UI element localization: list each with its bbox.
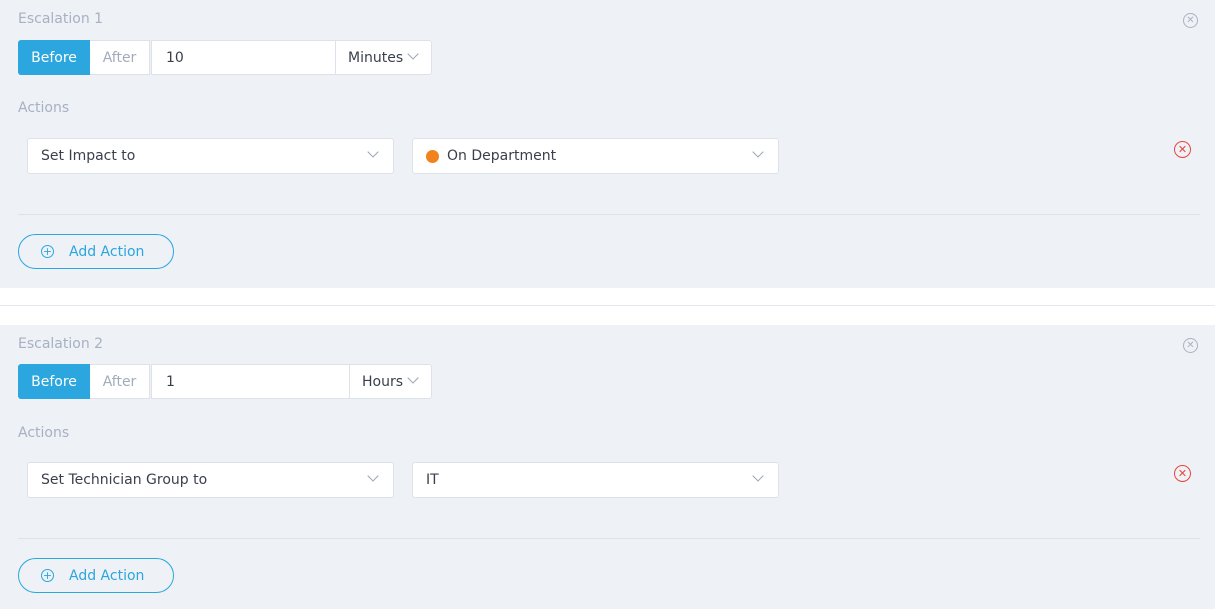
escalation-panel-2: Escalation 2 ✕ Before After 1 Hours Acti… [0,325,1215,609]
remove-action-icon[interactable]: ✕ [1174,465,1191,482]
plus-circle-icon: + [41,569,54,582]
actions-label: Actions [18,425,70,441]
action-value: On Department [447,148,557,164]
unit-select[interactable]: Hours [349,364,432,399]
chevron-down-icon [407,48,419,60]
action-value: IT [426,472,439,488]
timing-toggle: Before After [18,364,150,399]
escalation-title: Escalation 1 [18,11,104,27]
actions-label: Actions [18,100,70,116]
action-field-value: Set Technician Group to [41,472,208,488]
after-button[interactable]: After [90,364,150,399]
action-value-select[interactable]: IT [412,462,779,498]
action-field-value: Set Impact to [41,148,136,164]
divider [18,214,1200,215]
impact-color-dot [426,149,439,163]
escalation-panel-1: Escalation 1 ✕ Before After 10 Minutes A… [0,0,1215,288]
before-button[interactable]: Before [18,40,90,75]
add-action-button[interactable]: + Add Action [18,558,174,593]
amount-input[interactable]: 10 [151,40,336,75]
remove-action-icon[interactable]: ✕ [1174,141,1191,158]
add-action-label: Add Action [69,567,145,584]
unit-select-value: Hours [362,373,404,390]
unit-select-value: Minutes [348,49,404,66]
action-value-select[interactable]: On Department [412,138,779,174]
action-field-select[interactable]: Set Technician Group to [27,462,394,498]
chevron-down-icon [367,470,379,482]
section-divider [0,305,1215,306]
after-button[interactable]: After [90,40,150,75]
action-field-select[interactable]: Set Impact to [27,138,394,174]
close-escalation-icon[interactable]: ✕ [1183,13,1198,28]
plus-circle-icon: + [41,245,54,258]
chevron-down-icon [752,146,764,158]
escalation-title: Escalation 2 [18,336,104,352]
add-action-button[interactable]: + Add Action [18,234,174,269]
amount-input[interactable]: 1 [151,364,350,399]
chevron-down-icon [752,470,764,482]
chevron-down-icon [407,372,419,384]
close-escalation-icon[interactable]: ✕ [1183,338,1198,353]
unit-select[interactable]: Minutes [335,40,432,75]
before-button[interactable]: Before [18,364,90,399]
timing-toggle: Before After [18,40,150,75]
divider [18,538,1200,539]
add-action-label: Add Action [69,243,145,260]
chevron-down-icon [367,146,379,158]
